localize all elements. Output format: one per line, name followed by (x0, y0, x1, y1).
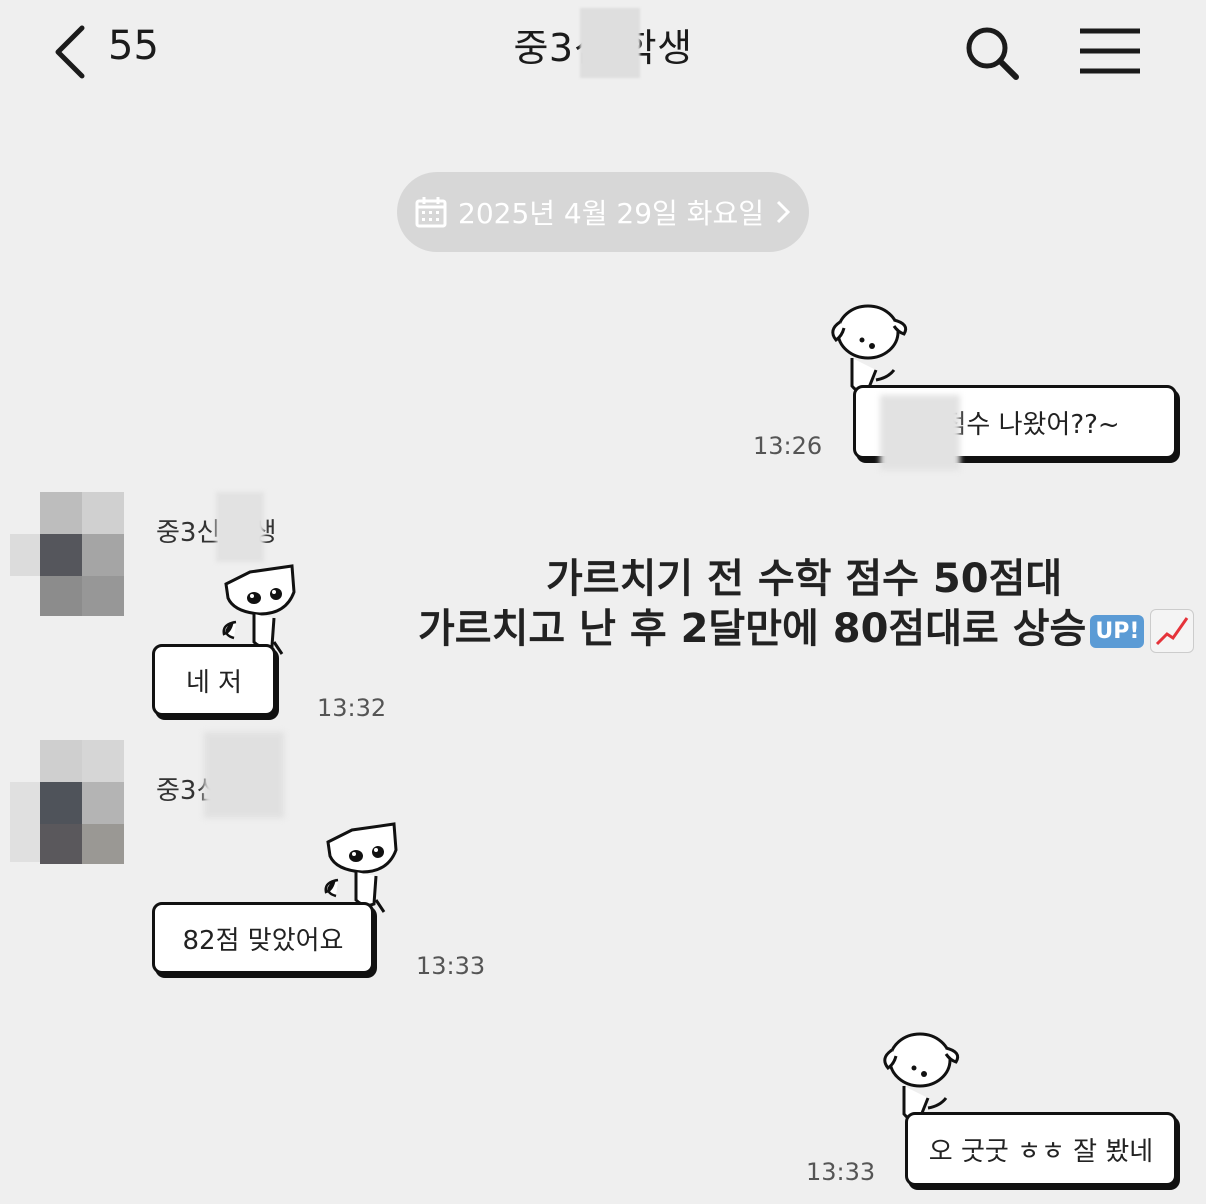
message-time: 13:33 (806, 1158, 876, 1186)
message-bubble-incoming[interactable]: 네 저 (152, 644, 276, 716)
calendar-icon (415, 197, 447, 228)
message-text: 네 저 (185, 667, 243, 698)
blur-mask (216, 492, 264, 562)
date-separator-pill[interactable]: 2025년 4월 29일 화요일 (397, 172, 809, 252)
message-bubble-incoming[interactable]: 82점 맞았어요 (152, 902, 374, 974)
up-badge: UP! (1090, 614, 1145, 648)
blur-mask (204, 732, 284, 818)
chevron-right-icon (776, 200, 791, 224)
message-bubble-outgoing[interactable]: 오 굿굿 ㅎㅎ 잘 봤네 (905, 1112, 1177, 1186)
date-label: 2025년 4월 29일 화요일 (458, 197, 764, 230)
chart-increasing-icon (1150, 609, 1195, 653)
message-text: 오 굿굿 ㅎㅎ 잘 봤네 (928, 1136, 1154, 1167)
caption-line-2: 가르치고 난 후 2달만에 80점대로 상승 (418, 606, 1087, 652)
blur-mask (880, 395, 960, 470)
avatar-pixelated[interactable] (10, 492, 130, 618)
avatar-pixelated[interactable] (10, 740, 130, 866)
title-blur-mask (580, 8, 640, 78)
hamburger-menu-icon[interactable] (1078, 26, 1142, 76)
caption-line-2-row: 가르치고 난 후 2달만에 80점대로 상승 UP! (418, 596, 1195, 654)
message-time: 13:33 (416, 952, 486, 980)
message-time: 13:32 (317, 694, 387, 722)
message-text: 82점 맞았어요 (182, 925, 344, 956)
message-time: 13:26 (753, 432, 823, 460)
search-icon[interactable] (960, 22, 1024, 82)
